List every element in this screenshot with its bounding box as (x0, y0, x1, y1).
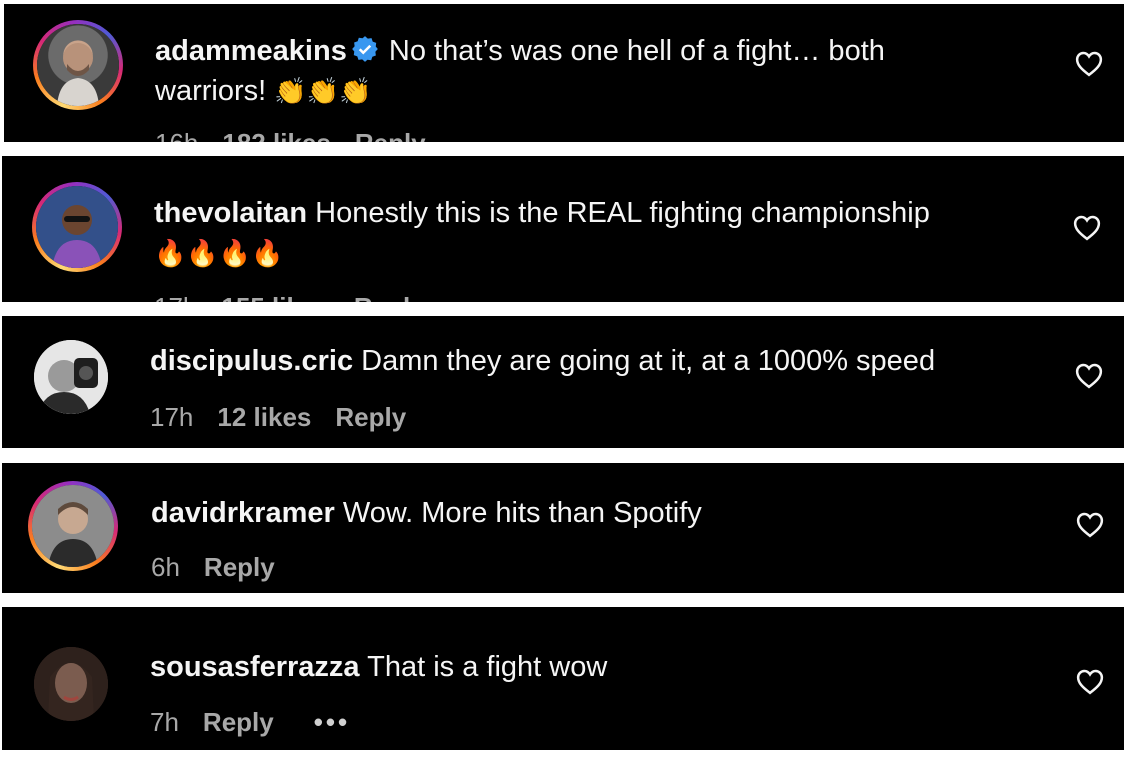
likes-count[interactable]: 182 likes (222, 128, 330, 142)
likes-count[interactable]: 155 likes (221, 292, 329, 302)
comment-card: adammeakins No that’s was one hell of a … (4, 4, 1124, 142)
timestamp: 7h (150, 707, 179, 737)
comment-body: Honestly this is the REAL fighting champ… (315, 197, 930, 229)
comment-card: sousasferrazza That is a fight wow 7h Rep… (2, 607, 1124, 750)
heart-outline-icon[interactable] (1074, 49, 1104, 77)
comment-meta: 17h 12 likes Reply (150, 402, 446, 433)
avatar[interactable] (34, 647, 108, 721)
heart-outline-icon[interactable] (1072, 213, 1102, 241)
comment-body: No that’s was one hell of a fight… both (388, 35, 885, 67)
heart-outline-icon[interactable] (1074, 361, 1104, 389)
heart-outline-icon[interactable] (1075, 510, 1105, 538)
avatar-image (34, 647, 108, 721)
username[interactable]: adammeakins (155, 35, 347, 67)
fire-emoji: 🔥🔥🔥🔥 (154, 238, 284, 268)
comment-meta: 7h Reply ••• (150, 707, 350, 738)
comment-text: sousasferrazza That is a fight wow (150, 647, 607, 687)
clap-emoji: 👏👏👏 (274, 76, 372, 106)
username[interactable]: thevolaitan (154, 197, 307, 229)
comment-text: adammeakins No that’s was one hell of a … (155, 31, 885, 111)
comment-card: discipulus.cric Damn they are going at i… (2, 316, 1124, 448)
avatar-image (36, 186, 118, 268)
comment-text: thevolaitan Honestly this is the REAL fi… (154, 193, 930, 273)
comment-meta: 16h 182 likes Reply (155, 128, 466, 142)
comment-body: Damn they are going at it, at a 1000% sp… (361, 345, 936, 377)
timestamp: 16h (155, 128, 198, 142)
username[interactable]: sousasferrazza (150, 651, 360, 683)
verified-badge-icon (351, 36, 378, 62)
comment-body: Wow. More hits than Spotify (342, 497, 702, 529)
comment-meta: 6h Reply (151, 552, 315, 583)
avatar-image (34, 340, 108, 414)
avatar[interactable] (33, 20, 123, 110)
reply-button[interactable]: Reply (203, 707, 274, 737)
username[interactable]: discipulus.cric (150, 345, 353, 377)
avatar-image (57, 43, 99, 106)
likes-count[interactable]: 12 likes (217, 402, 311, 432)
comment-text: davidrkramer Wow. More hits than Spotify (151, 493, 702, 533)
reply-button[interactable]: Reply (335, 402, 406, 432)
more-options-icon[interactable]: ••• (314, 707, 350, 737)
comment-meta: 17h 155 likes Reply (154, 292, 465, 302)
reply-button[interactable]: Reply (204, 552, 275, 582)
comment-card: davidrkramer Wow. More hits than Spotify… (2, 463, 1124, 593)
comment-text: discipulus.cric Damn they are going at i… (150, 341, 935, 381)
reply-button[interactable]: Reply (354, 292, 425, 302)
comment-body: That is a fight wow (367, 651, 608, 683)
avatar[interactable] (34, 340, 108, 414)
comment-body-line2: warriors! (155, 75, 267, 107)
timestamp: 17h (154, 292, 197, 302)
username[interactable]: davidrkramer (151, 497, 335, 529)
avatar-image (32, 485, 114, 567)
comment-card: thevolaitan Honestly this is the REAL fi… (2, 156, 1124, 302)
avatar[interactable] (32, 182, 122, 272)
reply-button[interactable]: Reply (355, 128, 426, 142)
timestamp: 6h (151, 552, 180, 582)
avatar[interactable] (28, 481, 118, 571)
timestamp: 17h (150, 402, 194, 432)
heart-outline-icon[interactable] (1075, 667, 1105, 695)
